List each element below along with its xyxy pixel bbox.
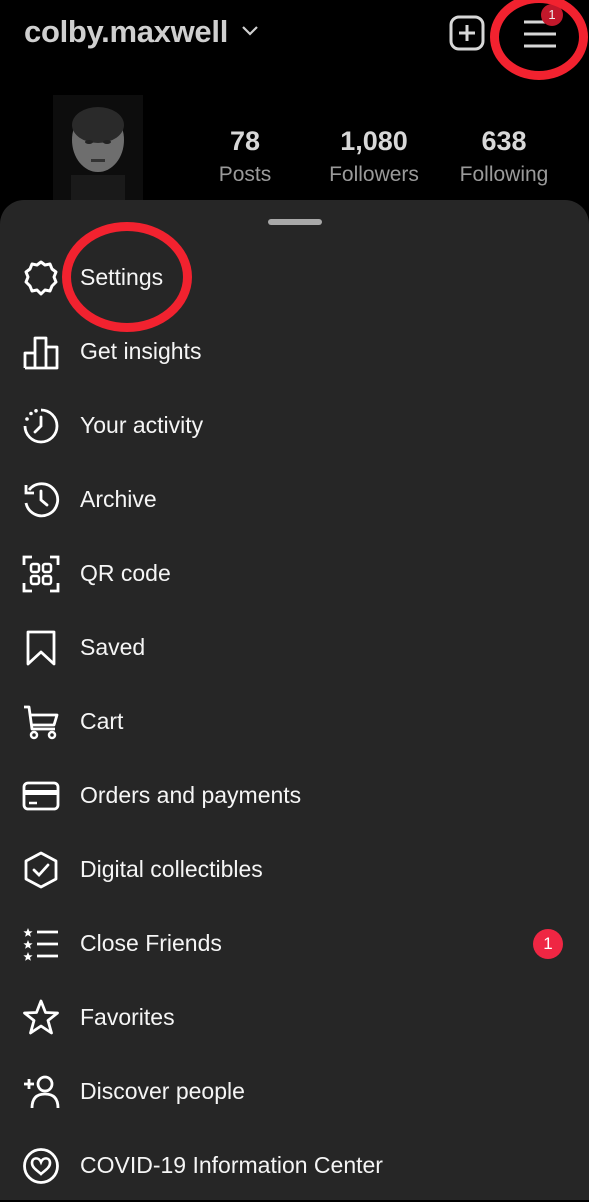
- menu-item-settings[interactable]: Settings: [0, 240, 589, 314]
- menu-item-label: Discover people: [80, 1078, 245, 1104]
- avatar[interactable]: [53, 95, 143, 205]
- heart-person-icon: [23, 1148, 59, 1184]
- stat-following[interactable]: 638 Following: [444, 126, 564, 187]
- stat-posts[interactable]: 78 Posts: [185, 126, 305, 187]
- insights-icon: [23, 336, 59, 370]
- top-bar: colby.maxwell 1: [0, 0, 589, 80]
- activity-icon: [23, 408, 59, 444]
- cart-icon: [24, 705, 59, 740]
- menu-item-digital-collectibles[interactable]: Digital collectibles: [0, 832, 589, 906]
- shield-check-icon: [24, 851, 58, 889]
- posts-label: Posts: [218, 163, 272, 186]
- menu-item-label: QR code: [80, 560, 171, 586]
- menu-item-archive[interactable]: Archive: [0, 462, 589, 536]
- close-friends-list-icon: [23, 928, 58, 961]
- menu-item-saved[interactable]: Saved: [0, 610, 589, 684]
- menu-item-label: Orders and payments: [80, 782, 302, 808]
- qr-code-icon: [22, 555, 60, 593]
- menu-item-label: Favorites: [80, 1004, 175, 1030]
- menu-item-your-activity[interactable]: Your activity: [0, 388, 589, 462]
- menu-item-discover-people[interactable]: Discover people: [0, 1054, 589, 1128]
- menu-notification-badge: 1: [541, 4, 563, 26]
- add-person-icon: [24, 1075, 60, 1109]
- followers-label: Followers: [329, 163, 419, 186]
- star-icon: [23, 999, 59, 1035]
- menu-item-label: Get insights: [80, 338, 202, 364]
- menu-item-label: Settings: [80, 264, 164, 290]
- menu-item-label: Digital collectibles: [80, 856, 263, 882]
- posts-count: 78: [229, 126, 261, 156]
- menu-bottom-sheet: Settings Get insights Your activity Arch…: [0, 200, 589, 1200]
- settings-icon: [24, 260, 58, 296]
- menu-item-label: Close Friends: [80, 930, 222, 956]
- chevron-down-icon[interactable]: [240, 24, 260, 38]
- menu-item-qr-code[interactable]: QR code: [0, 536, 589, 610]
- followers-count: 1,080: [340, 126, 408, 156]
- avatar-photo: [53, 95, 143, 205]
- menu-item-close-friends[interactable]: Close Friends 1: [0, 906, 589, 980]
- username-switcher[interactable]: colby.maxwell: [24, 14, 228, 50]
- following-label: Following: [459, 163, 549, 186]
- menu-item-label: Saved: [80, 634, 146, 660]
- menu-item-label: Archive: [80, 486, 157, 512]
- bookmark-icon: [26, 630, 56, 666]
- menu-item-covid-19-information-center[interactable]: COVID-19 Information Center: [0, 1128, 589, 1202]
- stat-followers[interactable]: 1,080 Followers: [314, 126, 434, 187]
- create-post-button[interactable]: [449, 15, 485, 51]
- menu-item-label: Your activity: [80, 412, 204, 438]
- archive-icon: [24, 482, 60, 518]
- menu-item-favorites[interactable]: Favorites: [0, 980, 589, 1054]
- menu-item-label: COVID-19 Information Center: [80, 1152, 383, 1178]
- menu-item-label: Cart: [80, 708, 124, 734]
- menu-item-cart[interactable]: Cart: [0, 684, 589, 758]
- drag-handle[interactable]: [268, 219, 322, 225]
- menu-item-orders-and-payments[interactable]: Orders and payments: [0, 758, 589, 832]
- menu-item-get-insights[interactable]: Get insights: [0, 314, 589, 388]
- card-icon: [22, 781, 60, 811]
- close-friends-badge: 1: [533, 929, 563, 959]
- following-count: 638: [481, 126, 527, 156]
